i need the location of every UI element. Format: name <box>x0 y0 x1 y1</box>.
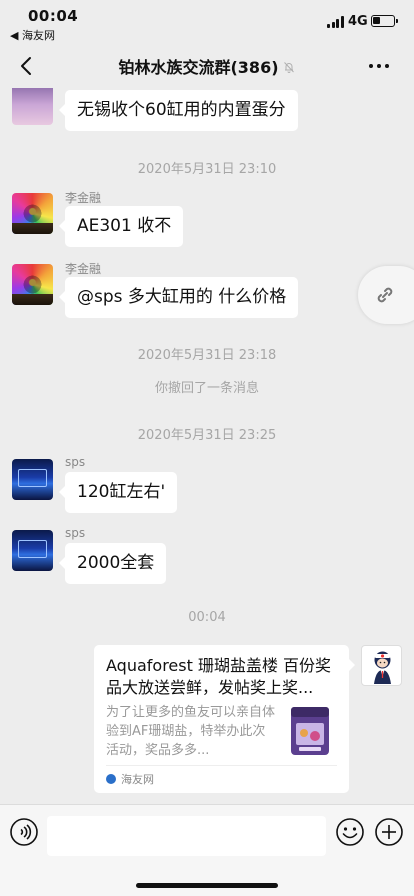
floating-link-button[interactable] <box>358 266 414 324</box>
back-to-app-link[interactable]: ◀ 海友网 <box>10 27 55 43</box>
message-bubble[interactable]: @sps 多大缸用的 什么价格 <box>58 277 299 318</box>
message-timestamp: 00:04 <box>188 610 226 625</box>
group-name: 铂林水族交流群 <box>118 58 231 77</box>
sender-name: sps <box>65 455 86 469</box>
sender-avatar[interactable] <box>12 459 53 500</box>
shared-link-card[interactable]: Aquaforest 珊瑚盐盖楼 百份奖品大放送尝鲜，发帖奖上奖... 为了让更… <box>94 645 355 793</box>
message-input[interactable] <box>47 816 326 856</box>
message-list[interactable]: 无锡收个60缸用的内置蛋分 2020年5月31日 23:10 李金融 AE301… <box>0 88 414 804</box>
recall-notice: 你撤回了一条消息 <box>154 381 259 396</box>
battery-fill <box>373 17 380 24</box>
mute-bell-icon <box>283 62 294 73</box>
home-indicator[interactable] <box>136 883 278 888</box>
network-type: 4G <box>348 14 368 29</box>
link-card-thumbnail <box>291 707 329 755</box>
link-card-title: Aquaforest 珊瑚盐盖楼 百份奖品大放送尝鲜，发帖奖上奖... <box>106 656 332 697</box>
sender-avatar[interactable] <box>12 193 53 234</box>
battery-icon <box>371 15 398 27</box>
add-attachment-icon[interactable] <box>374 817 404 847</box>
chat-input-bar <box>0 804 414 896</box>
message-bubble[interactable]: 120缸左右' <box>58 472 178 513</box>
link-icon <box>377 287 393 303</box>
status-time: 00:04 <box>28 7 79 25</box>
message-timestamp: 2020年5月31日 23:18 <box>137 348 277 363</box>
message-bubble[interactable]: 2000全套 <box>58 543 167 584</box>
status-bar: 00:04 ◀ 海友网 4G <box>0 0 414 44</box>
sender-avatar[interactable] <box>12 264 53 305</box>
sender-name: 李金融 <box>65 262 102 276</box>
source-logo-icon <box>106 774 116 784</box>
link-card-description: 为了让更多的鱼友可以亲自体验到AF珊瑚盐，特举办此次活动，奖品多多... <box>106 705 276 758</box>
sender-avatar[interactable] <box>12 88 53 125</box>
link-card-source: 海友网 <box>121 773 154 786</box>
chat-header: 铂林水族交流群(386) <box>0 44 414 88</box>
chat-title: 铂林水族交流群(386) <box>60 54 354 78</box>
cartoon-avatar-icon <box>374 651 391 684</box>
my-avatar[interactable] <box>361 645 402 686</box>
message-bubble[interactable]: 无锡收个60缸用的内置蛋分 <box>59 90 298 131</box>
message-timestamp: 2020年5月31日 23:10 <box>137 162 277 177</box>
link-card-footer: 海友网 <box>106 765 337 793</box>
emoji-icon[interactable] <box>335 817 365 847</box>
more-options-icon[interactable] <box>365 56 393 76</box>
sender-avatar[interactable] <box>12 530 53 571</box>
sender-name: 李金融 <box>65 191 102 205</box>
voice-input-icon[interactable] <box>9 817 39 847</box>
sender-name: sps <box>65 526 86 540</box>
message-bubble[interactable]: AE301 收不 <box>58 206 184 247</box>
member-count: (386) <box>230 58 279 77</box>
signal-icon <box>327 16 344 28</box>
back-arrow-icon[interactable] <box>16 54 38 78</box>
message-timestamp: 2020年5月31日 23:25 <box>137 428 277 443</box>
